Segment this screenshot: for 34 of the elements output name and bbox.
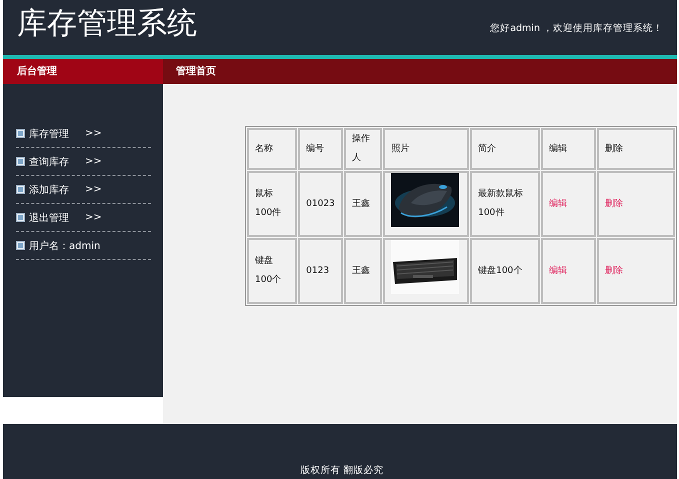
greeting-text: 您好admin ，欢迎使用库存管理系统！ — [490, 22, 663, 35]
column-header: 删除 — [596, 128, 675, 170]
document-icon — [16, 129, 25, 138]
site-title: 库存管理系统 — [17, 5, 197, 43]
delete-link[interactable]: 删除 — [604, 198, 623, 208]
document-icon — [16, 185, 25, 194]
table-cell: 王鑫 — [344, 171, 382, 237]
delete-link[interactable]: 删除 — [604, 266, 623, 276]
column-header: 编辑 — [541, 128, 596, 170]
edit-link[interactable]: 编辑 — [549, 266, 568, 276]
sidebar-title: 后台管理 — [3, 59, 163, 84]
column-header: 编号 — [298, 128, 343, 170]
column-header: 照片 — [383, 128, 470, 170]
edit-link[interactable]: 编辑 — [549, 198, 568, 208]
table-cell: 键盘100个 — [247, 238, 298, 304]
copyright-text: 版权所有 翻版必究 — [300, 465, 384, 476]
document-icon — [16, 213, 25, 222]
sidebar-link[interactable]: 库存管理 >> — [16, 120, 151, 148]
table-cell: 鼠标100件 — [247, 171, 298, 237]
column-header: 操作人 — [344, 128, 382, 170]
page-title: 管理首页 — [163, 59, 677, 84]
sidebar-link[interactable]: 退出管理 >> — [16, 204, 151, 232]
sidebar-link[interactable]: 查询库存 >> — [16, 148, 151, 176]
table-cell: 0123 — [298, 238, 343, 304]
sidebar-link[interactable]: 用户名：admin — [16, 232, 151, 260]
table-cell: 王鑫 — [344, 238, 382, 304]
table-cell: 01023 — [298, 171, 343, 237]
column-header: 简介 — [470, 128, 540, 170]
sidebar-link[interactable]: 添加库存 >> — [16, 176, 151, 204]
document-icon — [16, 157, 25, 166]
column-header: 名称 — [247, 128, 298, 170]
table-cell: 键盘100个 — [470, 238, 540, 304]
document-icon — [16, 241, 25, 250]
table-cell: 最新款鼠标100件 — [470, 171, 540, 237]
